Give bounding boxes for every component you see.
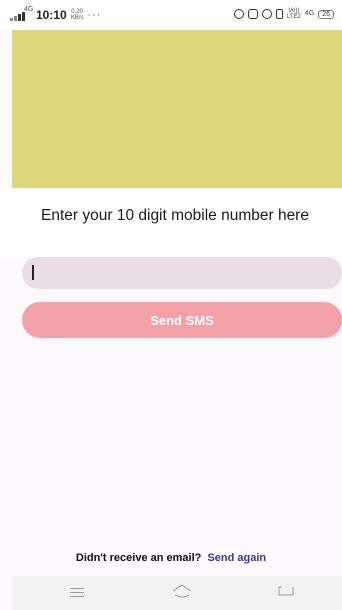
menu-icon[interactable] (66, 584, 90, 602)
status-left: 4G 10:10 0.20 KB/s ··· (10, 6, 102, 22)
status-time: 10:10 (36, 8, 67, 22)
home-icon[interactable] (171, 584, 193, 598)
signal-icon: 4G (10, 6, 33, 21)
location-icon (247, 9, 258, 19)
more-notifications-icon: ··· (87, 9, 102, 21)
volte-indicator: Vo)) LTE2 (287, 8, 301, 20)
phone-number-input[interactable] (22, 257, 342, 289)
page-heading: Enter your 10 digit mobile number here (41, 207, 309, 224)
back-icon[interactable] (277, 584, 295, 598)
network-speed: 0.20 KB/s (71, 9, 84, 21)
battery-icon: 26 (318, 9, 334, 19)
send-sms-button[interactable]: Send SMS (22, 302, 342, 338)
app-screen: 4G 10:10 0.20 KB/s ··· Vo)) LTE2 4G 26 E… (0, 0, 342, 610)
battery-level: 26 (322, 10, 330, 18)
sync-icon (261, 9, 272, 19)
resend-question: Didn't receive an email? (75, 552, 202, 564)
alarm-icon (233, 9, 244, 19)
resend-row: Didn't receive an email? Send again (0, 552, 342, 564)
network2-label: 4G (304, 10, 315, 17)
navigation-bar (12, 576, 342, 610)
speed-unit: KB/s (70, 15, 84, 21)
text-cursor (32, 265, 34, 280)
send-again-link[interactable]: Send again (207, 552, 266, 564)
volte-bottom-label: LTE2 (286, 14, 301, 20)
network-label: 4G (24, 5, 34, 13)
vibrate-icon (275, 9, 283, 19)
banner-image (12, 30, 342, 188)
status-bar: 4G 10:10 0.20 KB/s ··· Vo)) LTE2 4G 26 (0, 0, 342, 30)
status-right: Vo)) LTE2 4G 26 (233, 8, 334, 20)
